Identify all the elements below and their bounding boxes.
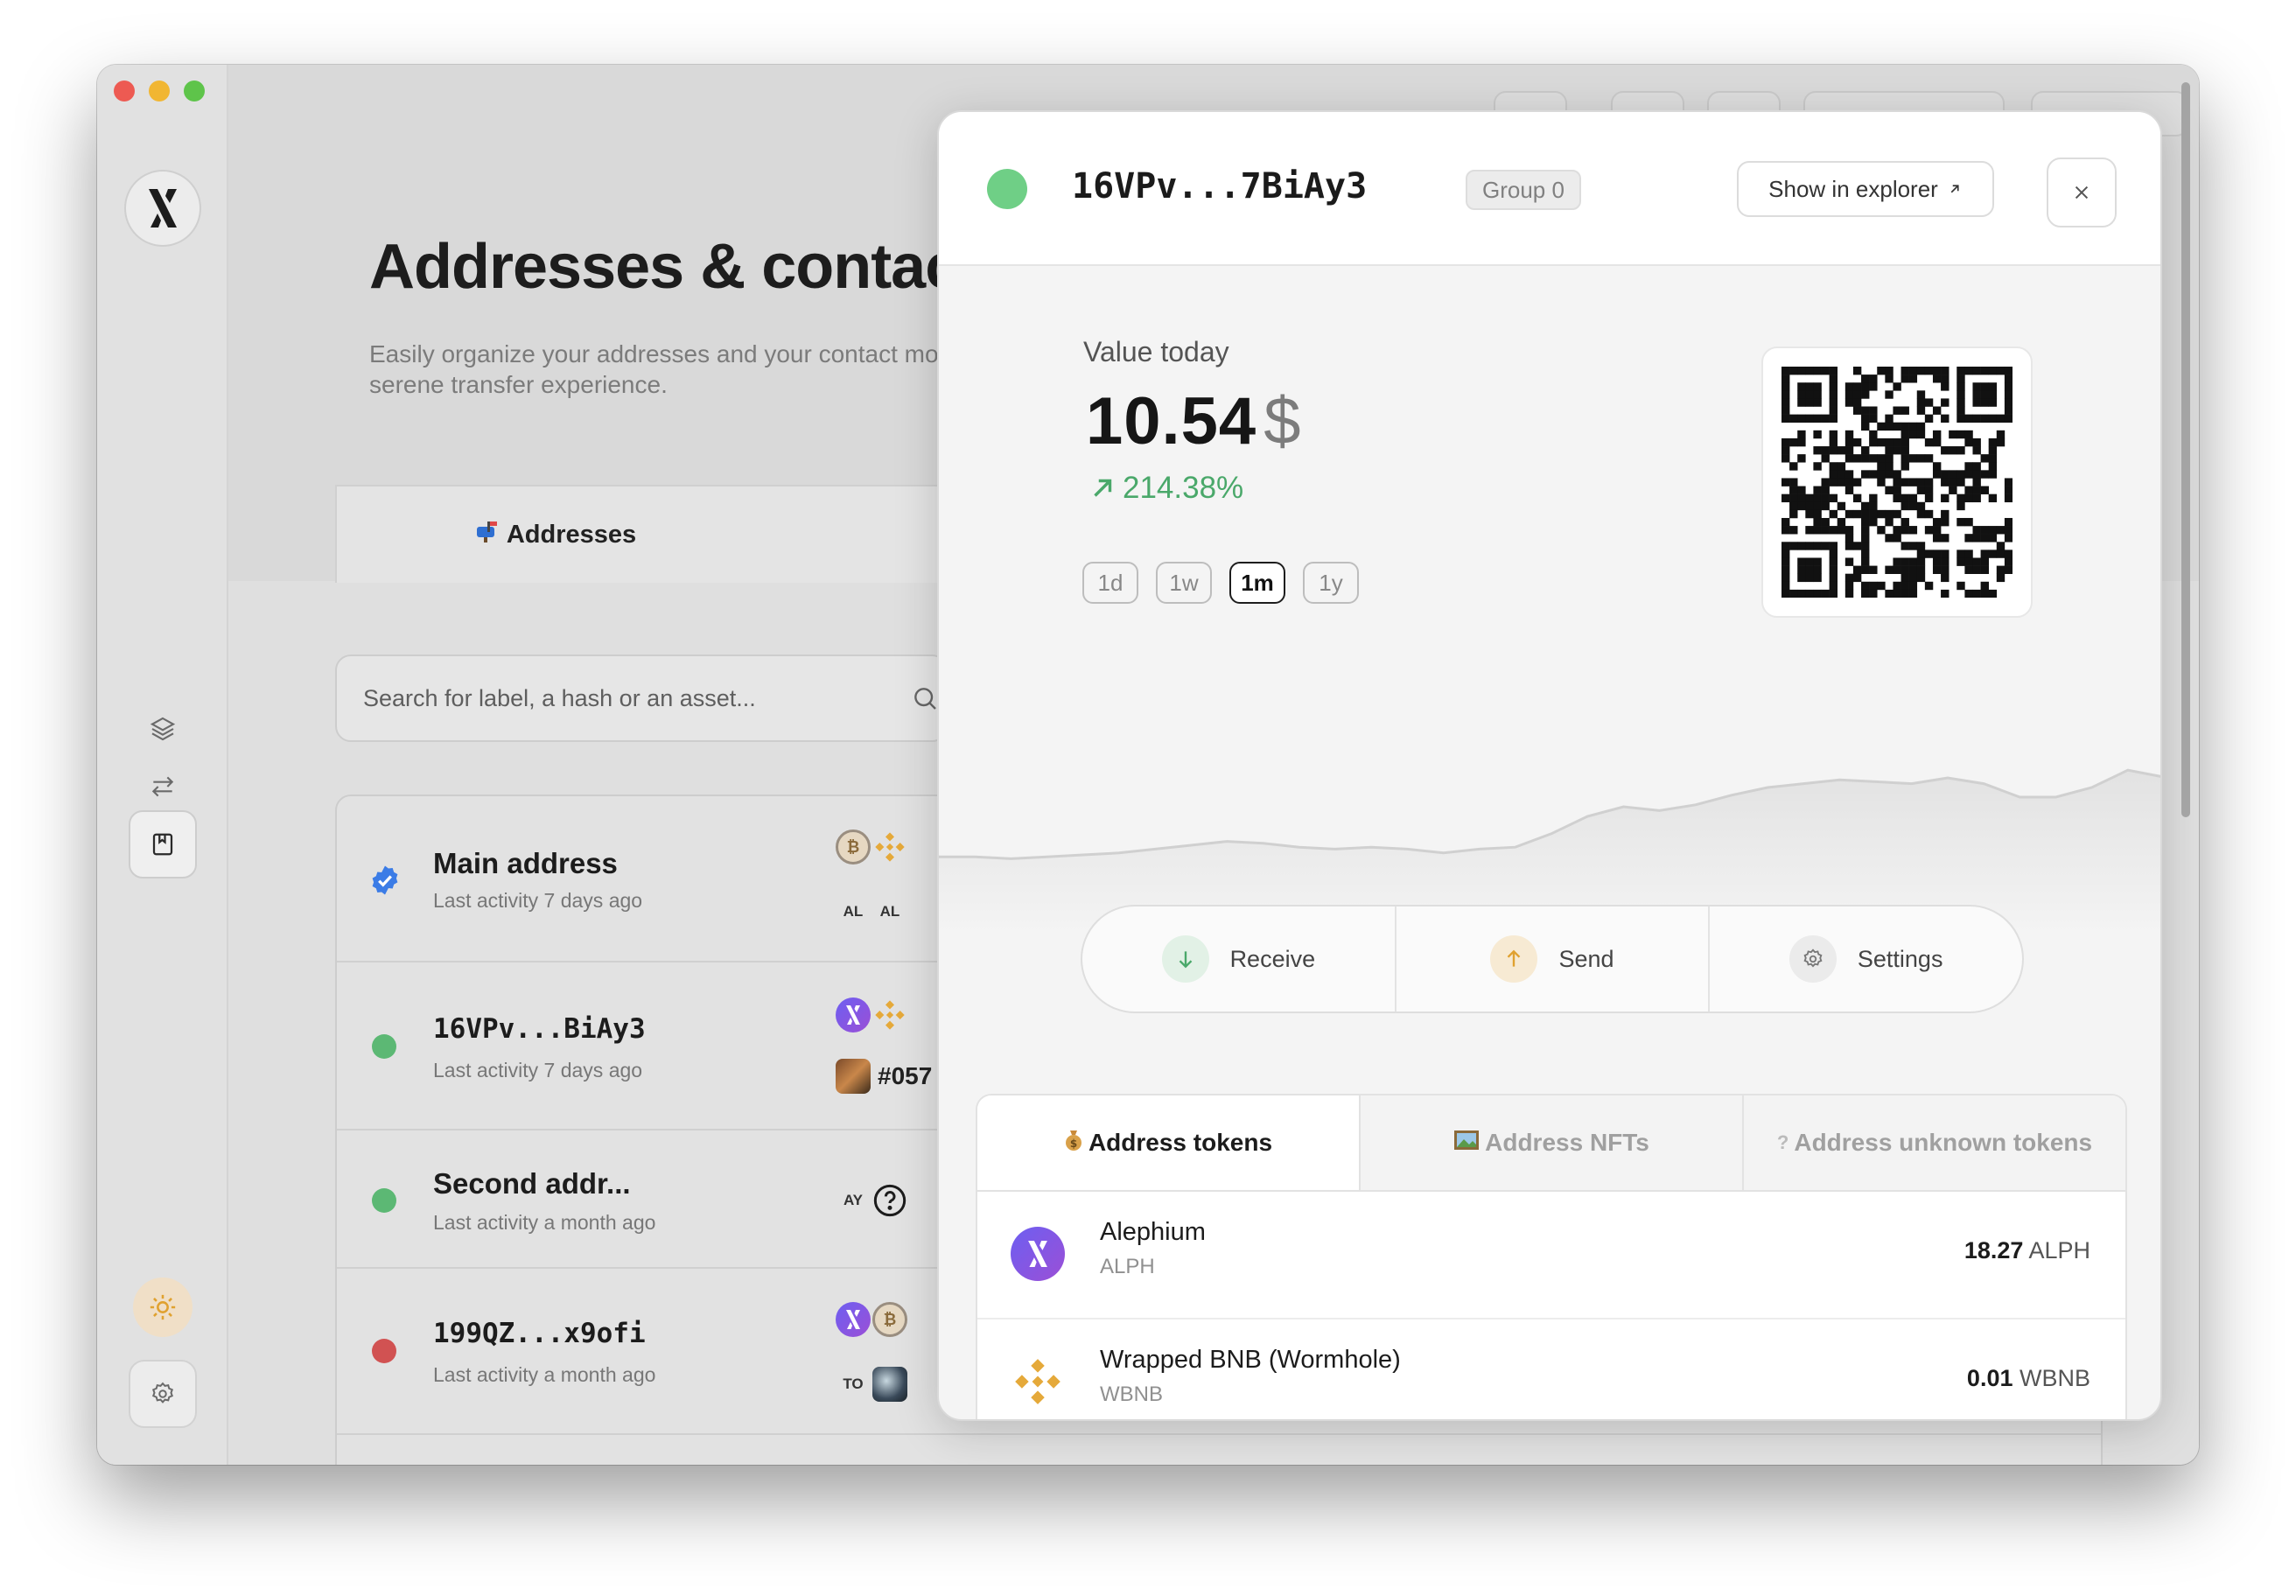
- token-name: Wrapped BNB (Wormhole): [1100, 1346, 1401, 1374]
- period-1m-button[interactable]: 1m: [1229, 562, 1285, 604]
- status-dot: [372, 1339, 396, 1363]
- bnb-icon: [1011, 1354, 1065, 1409]
- send-button[interactable]: Send: [1396, 906, 1711, 1012]
- token-symbol: WBNB: [1100, 1382, 1163, 1406]
- gear-icon[interactable]: [129, 1360, 197, 1428]
- qr-code-image: [1782, 367, 2012, 598]
- scrollbar[interactable]: [2181, 82, 2190, 817]
- page-subtitle: Easily organize your addresses and your …: [369, 340, 961, 398]
- token-amount: 0.01 WBNB: [1966, 1365, 2090, 1391]
- alephium-token-icon: [1011, 1227, 1065, 1281]
- asset-badge-ay: AY: [843, 1192, 864, 1208]
- receive-button[interactable]: Receive: [1082, 906, 1396, 1012]
- last-activity: Last activity a month ago: [433, 1211, 656, 1234]
- close-icon: [2075, 186, 2089, 200]
- last-activity: Last activity a month ago: [433, 1363, 656, 1386]
- bnb-icon: [872, 998, 907, 1032]
- page-title: Addresses & contac: [369, 232, 960, 302]
- last-activity: Last activity 7 days ago: [433, 889, 643, 912]
- money-bag-icon: $: [1064, 1129, 1083, 1158]
- bitcoin-icon: ₿: [836, 830, 871, 864]
- value-label: Value today: [1083, 336, 1229, 368]
- value-amount: 10.54 $: [1086, 384, 1302, 458]
- tab-addresses[interactable]: Addresses: [337, 486, 774, 583]
- arrow-up-icon: [1490, 935, 1538, 983]
- svg-text:$: $: [1070, 1138, 1077, 1150]
- asset-badge-to: TO: [843, 1376, 864, 1392]
- address-label: Second addr...: [433, 1167, 631, 1200]
- question-mark-icon: ?: [1776, 1131, 1789, 1153]
- app-window: Addresses & contac Easily organize your …: [97, 65, 2199, 1465]
- gear-icon: [1788, 935, 1837, 983]
- mailbox-icon: [475, 520, 500, 550]
- group-badge: Group 0: [1466, 170, 1581, 210]
- asset-badge-al: AL: [879, 903, 900, 920]
- search-input[interactable]: Search for label, a hash or an asset...: [335, 654, 948, 742]
- sun-icon[interactable]: [133, 1278, 192, 1337]
- token-row[interactable]: Alephium ALPH 18.27 ALPH: [977, 1192, 2125, 1320]
- tab-address-tokens[interactable]: $ Address tokens: [977, 1096, 1361, 1190]
- status-dot: [372, 1188, 396, 1213]
- action-bar: Receive Send Settings: [1081, 905, 2024, 1013]
- panel-header: 16VPv...7BiAy3 Group 0 Show in explorer: [939, 112, 2160, 266]
- settings-button[interactable]: Settings: [1710, 906, 2022, 1012]
- token-name: Alephium: [1100, 1218, 1206, 1246]
- framed-picture-icon: [1453, 1129, 1480, 1157]
- value-change: 214.38%: [1088, 471, 1243, 506]
- token-tabs: $ Address tokens Address NFTs ? Address …: [977, 1096, 2125, 1192]
- token-symbol: ALPH: [1100, 1255, 1155, 1278]
- window-close-button[interactable]: [114, 80, 135, 102]
- token-amount: 18.27 ALPH: [1964, 1237, 2090, 1264]
- close-button[interactable]: [2047, 158, 2117, 228]
- address-qr-code[interactable]: [1761, 346, 2033, 618]
- address-color-dot: [987, 169, 1027, 209]
- alephium-token-icon: [836, 998, 871, 1032]
- trend-up-icon: [1094, 479, 1112, 497]
- address-book-icon[interactable]: [129, 810, 197, 878]
- tab-address-unknown-tokens[interactable]: ? Address unknown tokens: [1744, 1096, 2125, 1190]
- tab-address-nfts[interactable]: Address NFTs: [1361, 1096, 1744, 1190]
- show-in-explorer-button[interactable]: Show in explorer: [1737, 161, 1994, 217]
- question-circle-icon: [872, 1183, 907, 1218]
- value-history-chart: [939, 768, 2160, 934]
- asset-badge-al: AL: [843, 903, 864, 920]
- window-minimize-button[interactable]: [149, 80, 170, 102]
- period-1y-button[interactable]: 1y: [1303, 562, 1359, 604]
- sidebar: [97, 65, 228, 1465]
- search-icon[interactable]: [911, 684, 939, 717]
- last-activity: Last activity 7 days ago: [433, 1059, 643, 1082]
- search-placeholder: Search for label, a hash or an asset...: [363, 684, 756, 711]
- arrow-up-right-icon: [1947, 176, 1963, 203]
- tokens-card: $ Address tokens Address NFTs ? Address …: [976, 1094, 2127, 1419]
- alephium-logo-icon[interactable]: [124, 170, 201, 247]
- address-detail-panel: 16VPv...7BiAy3 Group 0 Show in explorer …: [937, 110, 2162, 1421]
- address-label: 199QZ...x9ofi: [433, 1318, 646, 1349]
- status-dot: [372, 1034, 396, 1059]
- address-hash[interactable]: 16VPv...7BiAy3: [1072, 166, 1367, 206]
- nft-thumbnail: [872, 1367, 907, 1402]
- bitcoin-icon: ₿: [872, 1302, 907, 1337]
- verified-check-icon: [369, 864, 399, 895]
- period-1w-button[interactable]: 1w: [1156, 562, 1212, 604]
- address-label: 16VPv...BiAy3: [433, 1013, 646, 1045]
- address-label: Main address: [433, 847, 618, 879]
- period-1d-button[interactable]: 1d: [1082, 562, 1138, 604]
- alephium-token-icon: [836, 1302, 871, 1337]
- nft-label: #057: [878, 1062, 933, 1089]
- window-zoom-button[interactable]: [184, 80, 205, 102]
- nft-thumbnail: [836, 1059, 871, 1094]
- bnb-icon: [872, 830, 907, 864]
- arrow-down-icon: [1161, 935, 1209, 983]
- token-row[interactable]: Wrapped BNB (Wormhole) WBNB 0.01 WBNB: [977, 1320, 2125, 1419]
